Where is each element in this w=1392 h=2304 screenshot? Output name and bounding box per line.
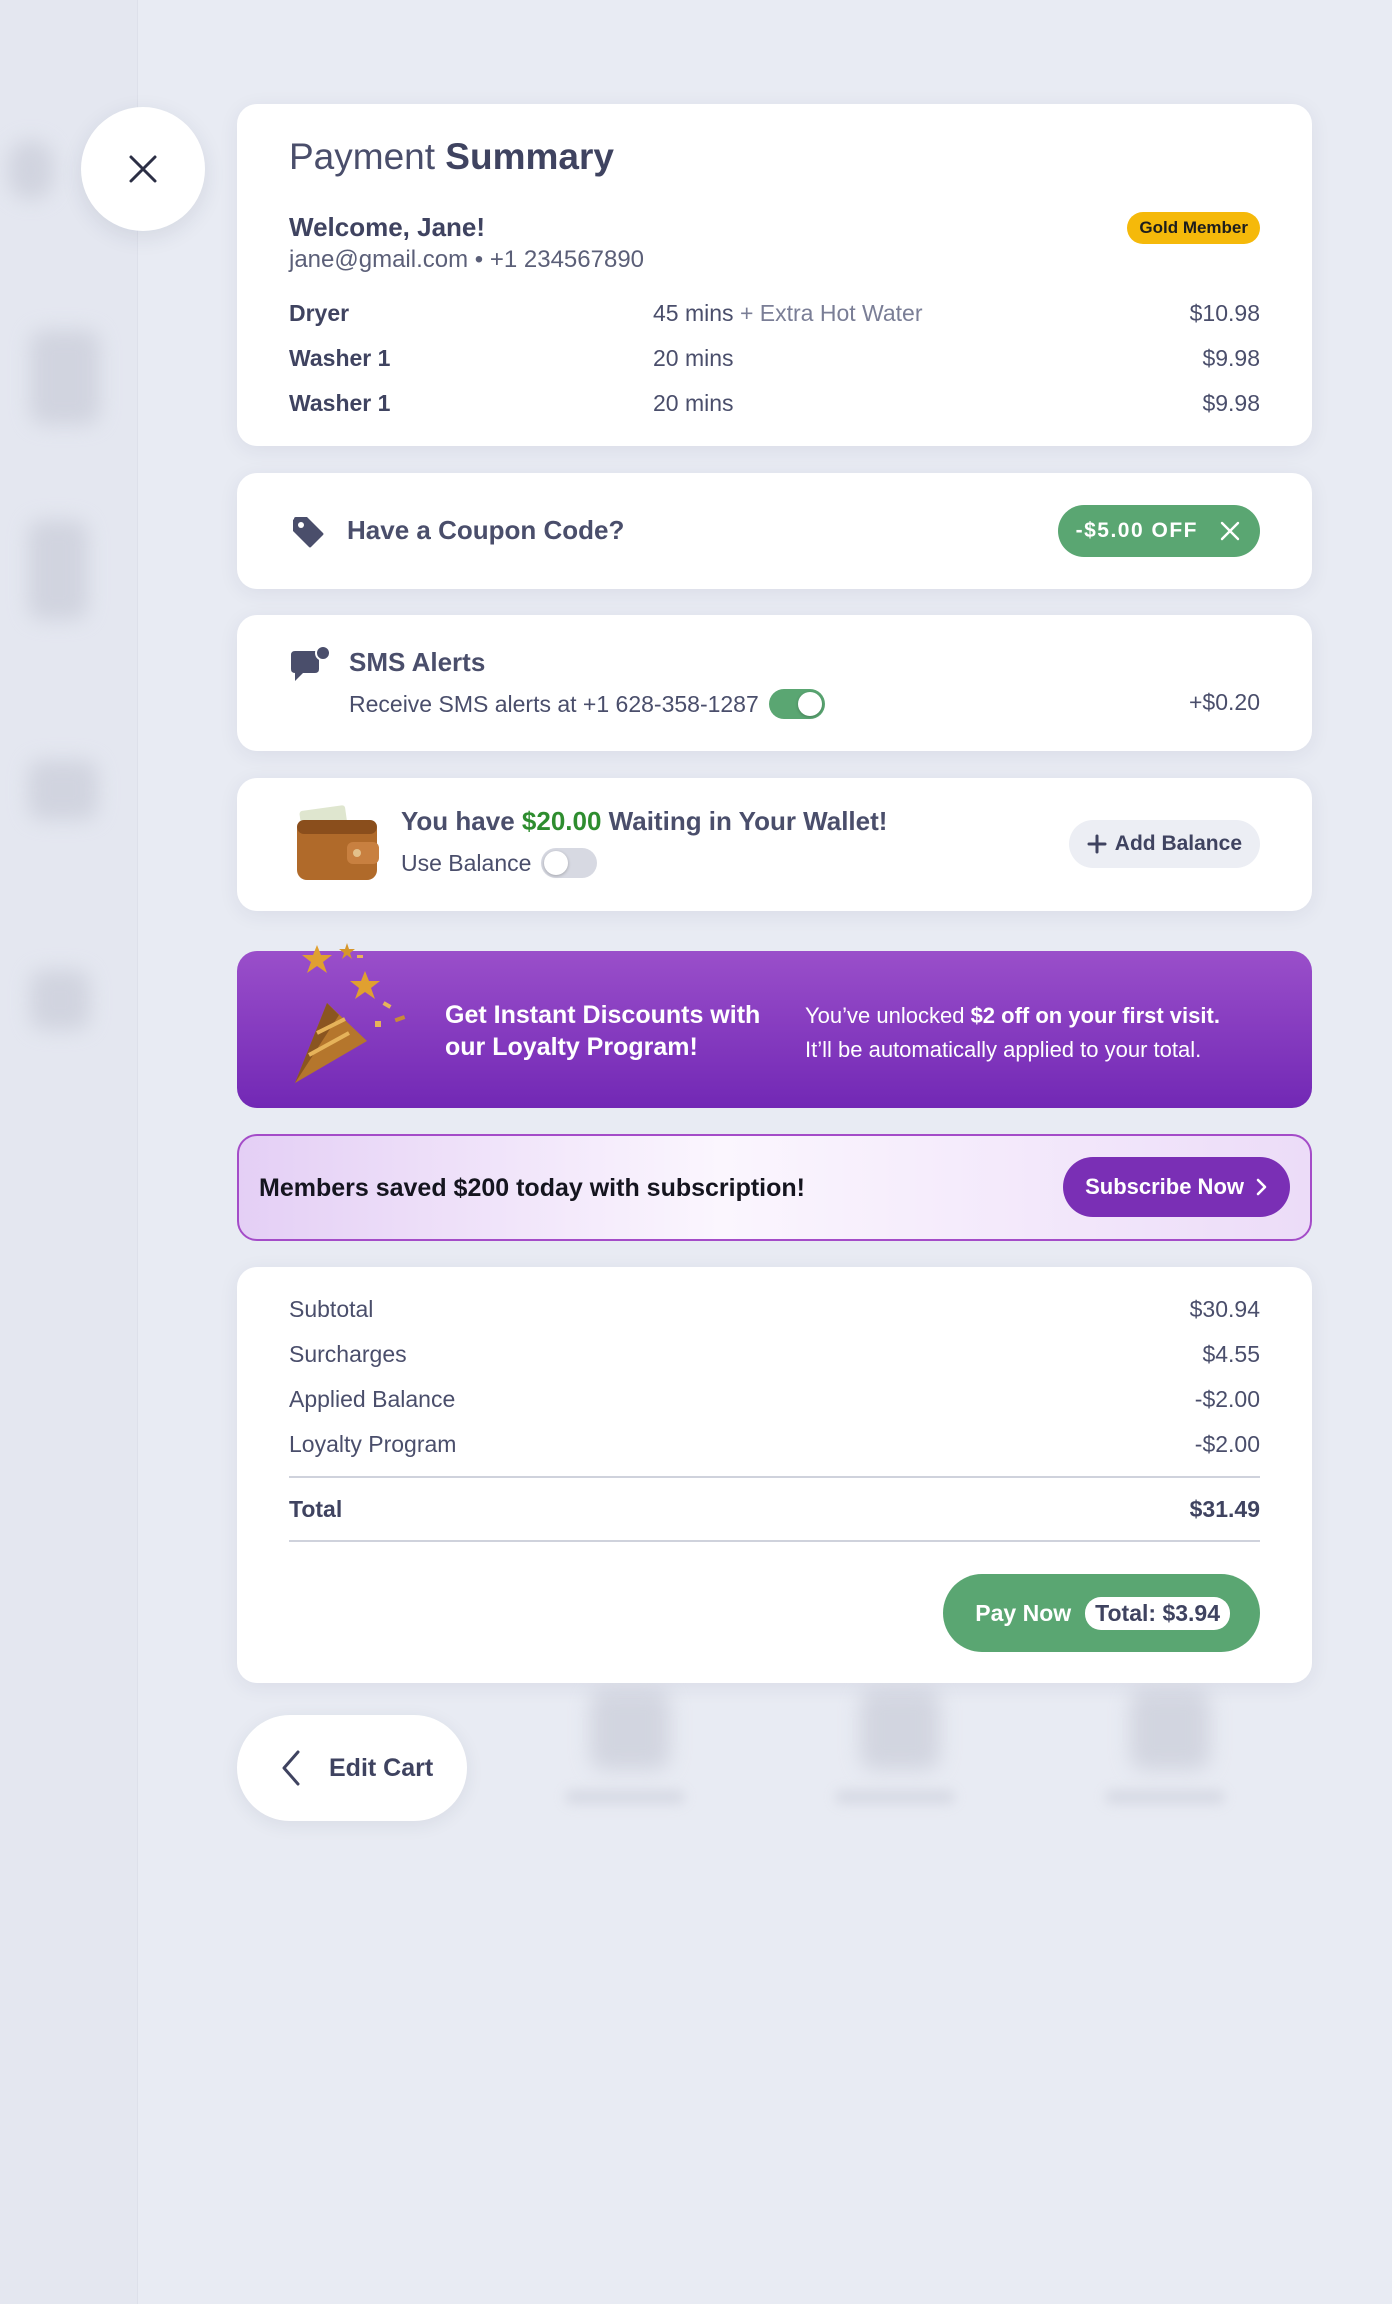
coupon-label: Have a Coupon Code? (347, 515, 625, 545)
close-icon (129, 155, 157, 183)
wallet-heading: You have $20.00 Waiting in Your Wallet! (401, 806, 887, 837)
loyalty-program-value: -$2.00 (1194, 1431, 1260, 1457)
applied-balance-value: -$2.00 (1194, 1386, 1260, 1412)
total-row: Total $31.49 (289, 1496, 1260, 1523)
item-price: $9.98 (1202, 390, 1260, 416)
chevron-right-icon (1256, 1178, 1267, 1196)
sms-description-row: Receive SMS alerts at +1 628-358-1287 (349, 689, 825, 719)
line-item: Washer 1 20 mins $9.98 (289, 345, 1260, 377)
loyalty-headline: Get Instant Discounts with our Loyalty P… (445, 1001, 761, 1061)
wallet-suffix: Waiting in Your Wallet! (608, 806, 888, 836)
applied-coupon-chip[interactable]: -$5.00 OFF (1057, 505, 1260, 557)
background-blur (835, 1790, 955, 1804)
pay-now-label: Pay Now (975, 1599, 1072, 1626)
page-title: Payment Summary (289, 136, 614, 178)
item-duration: 20 mins (653, 390, 734, 416)
remove-coupon-icon[interactable] (1220, 521, 1240, 541)
chevron-left-icon (282, 1750, 300, 1786)
add-balance-button[interactable]: Add Balance (1068, 820, 1260, 868)
item-price: $10.98 (1189, 300, 1260, 326)
wallet-amount: $20.00 (521, 806, 602, 836)
item-name: Washer 1 (289, 390, 391, 416)
duration-text: 45 mins (653, 300, 734, 326)
item-duration: 20 mins (653, 345, 734, 371)
customer-email: jane@gmail.com (289, 246, 469, 273)
divider (289, 1540, 1260, 1542)
pay-now-button[interactable]: Pay Now Total: $3.94 (943, 1574, 1260, 1652)
coupon-discount: -$5.00 OFF (1075, 519, 1198, 542)
loyalty-program-row: Loyalty Program -$2.00 (289, 1431, 1260, 1458)
surcharges-label: Surcharges (289, 1341, 407, 1367)
toggle-knob (544, 851, 569, 875)
line-item: Dryer 45 mins + Extra Hot Water $10.98 (289, 300, 1260, 332)
item-price: $9.98 (1202, 345, 1260, 371)
edit-cart-label: Edit Cart (329, 1753, 434, 1782)
background-blur (590, 1690, 670, 1770)
loyalty-program-label: Loyalty Program (289, 1431, 457, 1457)
pay-total-chip: Total: $3.94 (1085, 1596, 1230, 1630)
background-blur (8, 140, 54, 200)
plus-icon (1087, 834, 1107, 854)
sms-price: +$0.20 (1189, 689, 1260, 715)
applied-balance-row: Applied Balance -$2.00 (289, 1386, 1260, 1413)
subscription-banner: Members saved $200 today with subscripti… (237, 1134, 1312, 1241)
add-balance-label: Add Balance (1114, 832, 1242, 855)
total-value: $31.49 (1189, 1496, 1260, 1522)
chat-notification-icon (291, 645, 331, 681)
item-duration: 45 mins + Extra Hot Water (653, 300, 923, 327)
title-light: Payment (289, 136, 436, 177)
title-bold: Summary (445, 136, 614, 177)
surcharges-row: Surcharges $4.55 (289, 1341, 1260, 1368)
wallet-prefix: You have (401, 806, 515, 836)
tag-icon (293, 517, 324, 548)
background-blur (28, 520, 88, 620)
loyalty-body-prefix: You’ve unlocked (805, 1003, 965, 1028)
item-name: Dryer (289, 300, 350, 326)
background-blur (565, 1790, 685, 1804)
item-name: Washer 1 (289, 345, 391, 371)
applied-balance-label: Applied Balance (289, 1386, 456, 1412)
wallet-icon (297, 805, 379, 880)
background-blur (1105, 1790, 1225, 1804)
loyalty-offer: $2 off on your first visit. (970, 1003, 1220, 1028)
surcharges-value: $4.55 (1202, 1341, 1260, 1367)
customer-phone: +1 234567890 (489, 246, 645, 273)
divider (289, 1476, 1260, 1478)
sms-description: Receive SMS alerts at +1 628-358-1287 (349, 690, 759, 717)
subtotal-row: Subtotal $30.94 (289, 1296, 1260, 1323)
coupon-card[interactable]: Have a Coupon Code? -$5.00 OFF (237, 473, 1312, 589)
toggle-knob (797, 692, 822, 716)
customer-contact: jane@gmail.com • +1 234567890 (289, 246, 645, 273)
sms-title: SMS Alerts (349, 647, 486, 677)
close-button[interactable] (81, 107, 205, 231)
sms-alerts-card: SMS Alerts Receive SMS alerts at +1 628-… (237, 615, 1312, 751)
loyalty-body-suffix: It’ll be automatically applied to your t… (805, 1037, 1202, 1062)
use-balance-label: Use Balance (401, 849, 532, 876)
background-blur (28, 760, 98, 820)
totals-card: Subtotal $30.94 Surcharges $4.55 Applied… (237, 1267, 1312, 1683)
subtotal-label: Subtotal (289, 1296, 374, 1322)
party-popper-icon (295, 943, 406, 1083)
wallet-card: You have $20.00 Waiting in Your Wallet! … (237, 778, 1312, 911)
loyalty-message: You’ve unlocked $2 off on your first vis… (805, 999, 1220, 1067)
subscription-message: Members saved $200 today with subscripti… (259, 1174, 805, 1202)
item-extra: + Extra Hot Water (739, 300, 923, 326)
subscribe-now-button[interactable]: Subscribe Now (1063, 1157, 1290, 1217)
use-balance-toggle[interactable] (541, 848, 598, 878)
line-item: Washer 1 20 mins $9.98 (289, 390, 1260, 422)
sms-toggle[interactable] (768, 689, 825, 719)
subscribe-label: Subscribe Now (1085, 1174, 1244, 1199)
membership-badge: Gold Member (1127, 212, 1260, 244)
edit-cart-button[interactable]: Edit Cart (237, 1715, 467, 1821)
background-blur (1130, 1690, 1210, 1770)
background-blur (860, 1690, 940, 1770)
background-blur (30, 330, 100, 425)
total-label: Total (289, 1496, 343, 1522)
welcome-text: Welcome, Jane! (289, 212, 486, 242)
subtotal-value: $30.94 (1189, 1296, 1260, 1322)
use-balance-row: Use Balance (401, 848, 598, 878)
background-blur (30, 970, 90, 1030)
payment-summary-card: Payment Summary Welcome, Jane! jane@gmai… (237, 104, 1312, 446)
loyalty-banner: Get Instant Discounts with our Loyalty P… (237, 943, 1312, 1108)
